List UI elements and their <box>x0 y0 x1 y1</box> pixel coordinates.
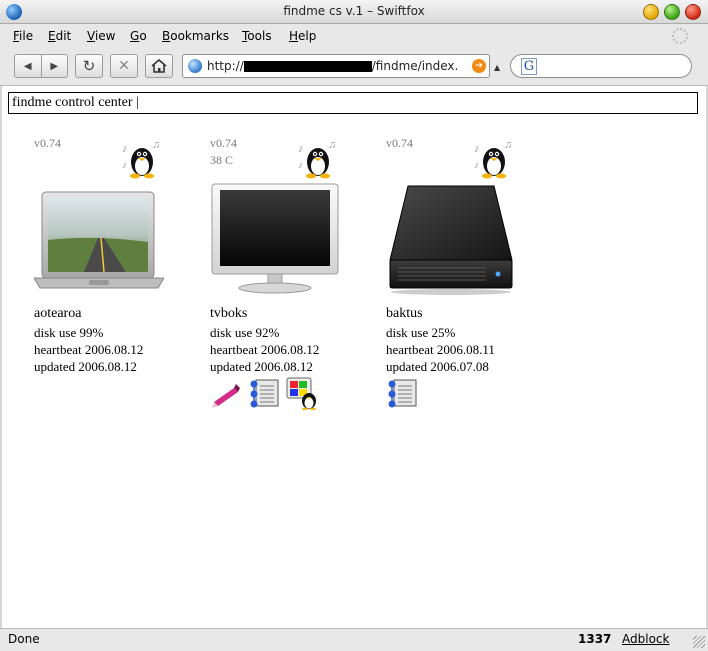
menu-edit[interactable]: Edit <box>48 29 71 43</box>
arrow-left-icon: ◀ <box>23 60 32 72</box>
throbber-icon <box>672 28 688 44</box>
machine-name: aotearoa <box>34 306 82 321</box>
machine-temperature: 38 C <box>210 153 234 167</box>
back-button[interactable]: ◀ <box>15 55 41 77</box>
harddrive-icon[interactable] <box>386 180 516 296</box>
menu-tools[interactable]: Tools <box>242 29 272 43</box>
svg-text:♫: ♫ <box>328 139 336 151</box>
adblock-link[interactable]: Adblock <box>622 632 669 646</box>
go-icon[interactable]: ➔ <box>472 59 486 73</box>
disk-use: disk use 25% <box>386 325 456 340</box>
svg-text:♪: ♪ <box>122 160 127 171</box>
svg-text:♫: ♫ <box>504 139 512 151</box>
navigation-toolbar: ◀ ▶ ↻ ✕ http:///findme/index. ➔ ▲ G <box>0 48 708 86</box>
svg-text:♪: ♪ <box>298 160 303 171</box>
page-content: v0.74 ♪ ♫ ♪ aotearoa disk use 99% <box>2 86 706 628</box>
minimize-button[interactable] <box>643 4 659 20</box>
machine-version: v0.74 <box>34 136 61 150</box>
menu-go[interactable]: Go <box>130 29 147 43</box>
network-monitor-icon[interactable] <box>248 376 280 410</box>
machine-version: v0.74 <box>210 136 237 150</box>
network-monitor-icon[interactable] <box>386 376 418 410</box>
reload-icon: ↻ <box>82 57 96 75</box>
svg-text:♫: ♫ <box>152 139 160 151</box>
menu-view[interactable]: View <box>87 29 115 43</box>
disk-use: disk use 99% <box>34 325 104 340</box>
stop-button[interactable]: ✕ <box>110 54 138 78</box>
url-text: http:///findme/index. <box>207 59 459 73</box>
maximize-button[interactable] <box>664 4 680 20</box>
search-engine-dropdown-icon[interactable]: ▲ <box>494 63 500 72</box>
menu-help[interactable]: Help <box>289 29 316 43</box>
reload-button[interactable]: ↻ <box>75 54 103 78</box>
redacted-host <box>243 61 372 72</box>
updated: updated 2006.08.12 <box>34 359 137 374</box>
search-bar[interactable]: G <box>510 54 692 78</box>
app-icons <box>386 376 418 410</box>
status-bar: Done 1337 Adblock <box>0 628 708 651</box>
menu-bar: File Edit View Go Bookmarks Tools Help <box>0 24 708 48</box>
forward-button[interactable]: ▶ <box>40 55 68 77</box>
updated: updated 2006.08.12 <box>210 359 313 374</box>
machine-name: tvboks <box>210 306 248 321</box>
svg-text:♪: ♪ <box>474 160 479 171</box>
tux-music-icon[interactable]: ♪ ♫ ♪ <box>472 136 516 180</box>
svg-text:♪: ♪ <box>122 143 128 155</box>
svg-text:♪: ♪ <box>474 143 480 155</box>
tux-music-icon[interactable]: ♪ ♫ ♪ <box>296 136 340 180</box>
search-input[interactable] <box>541 58 686 74</box>
globe-icon <box>188 59 202 73</box>
machine-name: baktus <box>386 306 423 321</box>
app-icons <box>210 376 318 410</box>
back-forward-group: ◀ ▶ <box>14 54 68 78</box>
tux-music-icon[interactable]: ♪ ♫ ♪ <box>120 136 164 180</box>
heartbeat: heartbeat 2006.08.12 <box>210 342 320 357</box>
pen-icon[interactable] <box>210 376 242 410</box>
heartbeat: heartbeat 2006.08.11 <box>386 342 495 357</box>
stop-icon: ✕ <box>118 58 130 74</box>
arrow-right-icon: ▶ <box>50 60 59 72</box>
home-button[interactable] <box>145 54 173 78</box>
resize-grip-icon[interactable] <box>693 636 705 648</box>
monitor-icon[interactable] <box>210 180 340 296</box>
linux-desktop-icon[interactable] <box>286 376 318 410</box>
command-input[interactable] <box>8 92 698 114</box>
url-bar[interactable]: http:///findme/index. ➔ <box>182 54 490 78</box>
laptop-icon[interactable] <box>34 180 164 296</box>
status-count: 1337 <box>578 632 612 646</box>
machine-version: v0.74 <box>386 136 413 150</box>
status-text: Done <box>8 632 40 646</box>
google-icon[interactable]: G <box>521 58 537 75</box>
svg-text:♪: ♪ <box>298 143 304 155</box>
window-title: findme cs v.1 – Swiftfox <box>283 4 425 18</box>
updated: updated 2006.07.08 <box>386 359 489 374</box>
home-icon <box>151 59 167 73</box>
disk-use: disk use 92% <box>210 325 280 340</box>
menu-bookmarks[interactable]: Bookmarks <box>162 29 229 43</box>
menu-file[interactable]: File <box>13 29 33 43</box>
heartbeat: heartbeat 2006.08.12 <box>34 342 144 357</box>
title-bar: findme cs v.1 – Swiftfox <box>0 0 708 24</box>
close-button[interactable] <box>685 4 701 20</box>
